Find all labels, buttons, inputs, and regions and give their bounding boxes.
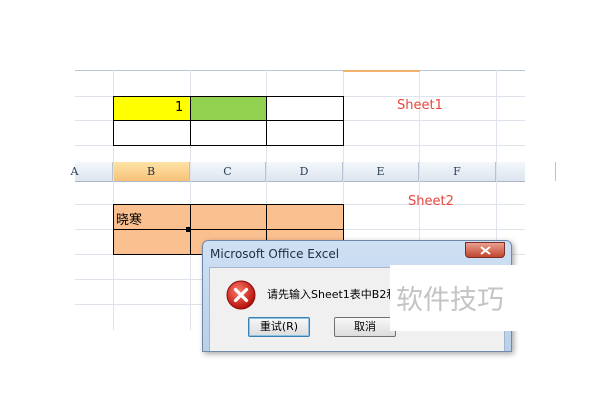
sheet2-cell-c[interactable] [190, 204, 267, 230]
sheet1-grid: 1 Sheet1 [75, 70, 525, 162]
watermark-text: 软件技巧 [396, 285, 504, 316]
sheet1-cell-b2-value: 1 [175, 100, 184, 115]
dialog-title: Microsoft Office Excel [210, 247, 340, 261]
sheet1-cell-d2[interactable] [266, 96, 344, 121]
retry-button[interactable]: 重试(R) [248, 317, 310, 337]
sheet1-label: Sheet1 [397, 98, 443, 113]
sheet2-cell-b-value: 晓寒 [116, 213, 143, 228]
error-icon [226, 280, 256, 310]
sheet2-cell-b-row2[interactable] [113, 229, 191, 255]
sheet2-label: Sheet2 [408, 194, 454, 209]
screenshot-stage: 1 Sheet1 A B C D E F 晓寒 Sheet2 Microsoft… [0, 0, 600, 400]
sheet2-cell-d[interactable] [266, 204, 344, 230]
dialog-message: 请先输入Sheet1表中B2和C [267, 288, 406, 301]
sheet1-cell-c3[interactable] [190, 120, 267, 146]
close-icon [480, 246, 491, 255]
sheet1-cell-c2[interactable] [190, 96, 267, 121]
sheet1-cell-b3[interactable] [113, 120, 191, 146]
sheet1-cell-d3[interactable] [266, 120, 344, 146]
fill-handle[interactable] [186, 227, 191, 232]
dialog-close-button[interactable] [465, 242, 505, 258]
sheet1-column-e-marker [343, 70, 420, 72]
cancel-button[interactable]: 取消 [334, 317, 396, 337]
